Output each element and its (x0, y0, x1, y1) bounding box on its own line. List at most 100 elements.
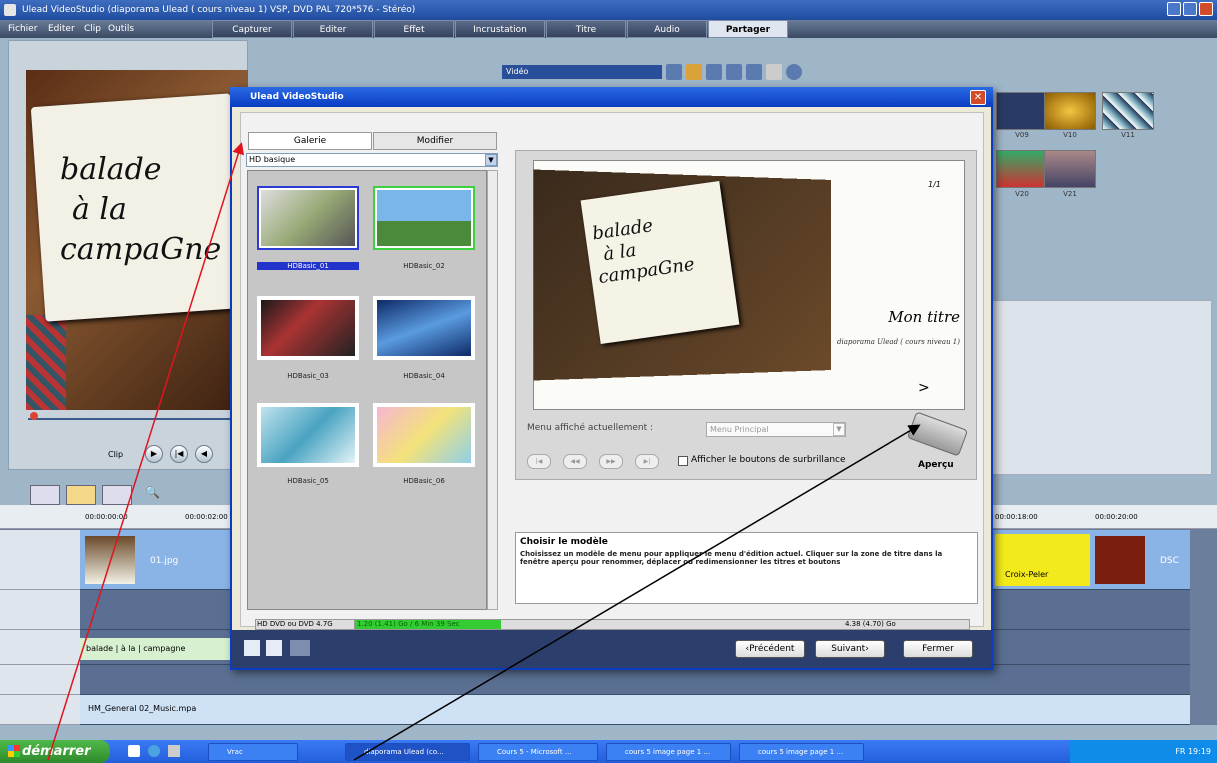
tab-modifier[interactable]: Modifier (373, 132, 497, 150)
music-track[interactable]: HM_General 02_Music.mpa (80, 695, 1190, 725)
tab-incrustation[interactable]: Incrustation (455, 20, 545, 38)
last-chapter-button[interactable]: ▶| (635, 454, 659, 469)
library-dropdown[interactable]: Vidéo (502, 65, 662, 79)
video-track-header[interactable] (0, 530, 80, 590)
browser-icon[interactable] (148, 745, 160, 757)
options-icon[interactable] (706, 64, 722, 80)
storyboard-view-button[interactable] (30, 485, 60, 505)
voice-track-header[interactable] (0, 665, 80, 695)
scrubber-handle[interactable] (30, 412, 38, 420)
dialog-title: Ulead VideoStudio (230, 87, 993, 107)
library-thumb[interactable] (1044, 92, 1096, 130)
tab-capturer[interactable]: Capturer (212, 20, 292, 38)
task-word[interactable]: Cours 5 - Microsoft ... (478, 743, 598, 761)
tab-partager[interactable]: Partager (708, 20, 788, 38)
gallery-select[interactable]: HD basique (246, 153, 498, 167)
menu-clip[interactable]: Clip (84, 20, 101, 38)
rewind-button[interactable]: ◀◀ (563, 454, 587, 469)
tab-titre[interactable]: Titre (546, 20, 626, 38)
stamps-image (26, 315, 66, 410)
info-text: Choisissez un modèle de menu pour appliq… (520, 550, 943, 566)
menu-select[interactable]: Menu Principal (706, 422, 846, 437)
clip-label: Clip (108, 450, 124, 459)
expand-icon[interactable] (786, 64, 802, 80)
maximize-icon[interactable] (1183, 2, 1197, 16)
tab-galerie[interactable]: Galerie (248, 132, 372, 150)
menu-outils[interactable]: Outils (108, 20, 134, 38)
disc-icon[interactable] (290, 640, 310, 656)
thumb-label: V20 (1015, 190, 1029, 198)
gallery-item-5[interactable] (257, 403, 359, 467)
gallery-item-label: HDBasic_05 (287, 477, 329, 485)
preview-next-arrow[interactable]: > (918, 380, 930, 396)
settings-icon[interactable] (266, 640, 282, 656)
dropdown-arrow-icon[interactable] (666, 64, 682, 80)
file-icon[interactable] (766, 64, 782, 80)
forward-button[interactable]: ▶▶ (599, 454, 623, 469)
menu-list-icon[interactable] (244, 640, 260, 656)
close-button[interactable]: Fermer (903, 640, 973, 658)
chevron-down-icon[interactable]: ▼ (833, 423, 845, 436)
menu-editer[interactable]: Editer (48, 20, 75, 38)
first-chapter-button[interactable]: |◀ (527, 454, 551, 469)
previous-button[interactable]: ‹Précédent (735, 640, 805, 658)
zoom-icon[interactable]: 🔍 (145, 485, 165, 505)
disc-icon[interactable] (746, 64, 762, 80)
tab-audio[interactable]: Audio (627, 20, 707, 38)
title-clip[interactable]: balade | à la | campagne (80, 638, 230, 660)
music-clip-name: HM_General 02_Music.mpa (88, 704, 197, 713)
gallery-item-1[interactable] (257, 186, 359, 250)
desktop-icon[interactable] (128, 745, 140, 757)
highlight-checkbox-label: Afficher le boutons de surbrillance (691, 455, 846, 465)
gallery-item-6[interactable] (373, 403, 475, 467)
prev-frame-icon[interactable]: ◀ (195, 445, 213, 463)
gallery-item-3[interactable] (257, 296, 359, 360)
chevron-down-icon[interactable]: ▼ (485, 154, 497, 166)
preview-title[interactable]: Mon titre (850, 308, 960, 326)
next-button[interactable]: Suivant› (815, 640, 885, 658)
gallery-item-2[interactable] (373, 186, 475, 250)
timeline-view-button[interactable] (66, 485, 96, 505)
menu-fichier[interactable]: Fichier (8, 20, 37, 38)
audio-view-button[interactable] (102, 485, 132, 505)
preview-page-number: 1/1 (928, 180, 941, 189)
view-icon[interactable] (726, 64, 742, 80)
options-panel (990, 300, 1212, 475)
gallery-scrollbar[interactable] (487, 170, 498, 610)
scrubber-bar[interactable] (28, 412, 243, 426)
library-thumb[interactable] (1102, 92, 1154, 130)
tab-effet[interactable]: Effet (374, 20, 454, 38)
task-vrac[interactable]: Vrac (208, 743, 298, 761)
overlay-track-header[interactable] (0, 590, 80, 630)
title-track-header[interactable] (0, 630, 80, 665)
disc-size: 4.38 (4.70) Go (845, 620, 896, 628)
library-thumb[interactable] (996, 150, 1048, 188)
gallery-item-label: HDBasic_03 (287, 372, 329, 380)
home-icon[interactable]: |◀ (170, 445, 188, 463)
preview-button-label[interactable]: Aperçu (918, 460, 954, 470)
gallery-item-label: HDBasic_02 (403, 262, 445, 270)
task-image-2[interactable]: cours 5 image page 1 ... (739, 743, 864, 761)
preview-subtitle[interactable]: diaporama Ulead ( cours niveau 1) (760, 338, 960, 346)
close-icon[interactable] (1199, 2, 1213, 16)
thumb-label: V21 (1063, 190, 1077, 198)
music-track-header[interactable] (0, 695, 80, 725)
card-line-1: balade (60, 152, 162, 187)
folder-icon[interactable] (686, 64, 702, 80)
library-thumb[interactable] (996, 92, 1048, 130)
clip-thumbnail[interactable] (85, 536, 135, 584)
task-image-1[interactable]: cours 5 image page 1 ... (606, 743, 731, 761)
dialog-close-icon[interactable]: ✕ (970, 90, 986, 105)
minimize-icon[interactable] (1167, 2, 1181, 16)
play-icon[interactable]: ▶ (145, 445, 163, 463)
gallery-item-4[interactable] (373, 296, 475, 360)
library-thumb[interactable] (1044, 150, 1096, 188)
info-box: Choisir le modèle Choisissez un modèle d… (515, 532, 978, 604)
task-ulead[interactable]: diaporama Ulead (co... (345, 743, 470, 761)
tab-editer[interactable]: Editer (293, 20, 373, 38)
media-icon[interactable] (168, 745, 180, 757)
system-tray-clock[interactable]: FR 19:19 (1070, 740, 1217, 763)
clip-thumbnail[interactable] (1095, 536, 1145, 584)
disc-type-select[interactable]: HD DVD ou DVD 4.7G (255, 619, 355, 630)
highlight-checkbox[interactable] (678, 456, 688, 466)
